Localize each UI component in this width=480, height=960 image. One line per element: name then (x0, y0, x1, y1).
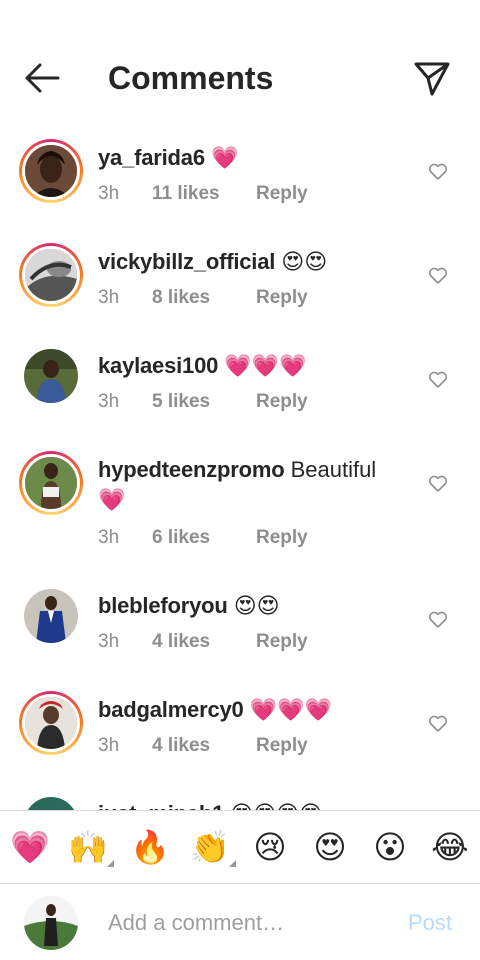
reply-button[interactable]: Reply (256, 527, 308, 549)
comment-username[interactable]: ya_farida6 (98, 145, 205, 170)
comment-time: 3h (98, 287, 120, 308)
comment-meta: 3h 6 likes Reply (98, 527, 308, 549)
comment-meta: 3h 11 likes Reply (98, 183, 308, 205)
avatar[interactable] (19, 451, 83, 515)
comment-likes[interactable]: 4 likes (152, 735, 256, 757)
comment-username[interactable]: hypedteenzpromo (98, 457, 285, 482)
avatar[interactable] (24, 349, 78, 403)
comment-emoji: 😍😍 (233, 593, 280, 618)
comment-emoji: 💗 (210, 145, 239, 170)
comment-item: kaylaesi100 💗💗💗 3h 5 likes Reply (0, 333, 480, 437)
comment-likes[interactable]: 6 likes (152, 527, 256, 549)
reply-button[interactable]: Reply (256, 631, 308, 653)
emoji-raised-hands-button[interactable]: 🙌 (66, 825, 114, 869)
comment-input[interactable] (108, 906, 388, 940)
comment-emoji: 💗 (98, 487, 126, 512)
avatar[interactable] (19, 691, 83, 755)
avatar[interactable] (24, 797, 78, 810)
quick-emoji-bar: 💗 🙌 🔥 👏 😢 😍 😮 😂 (0, 810, 480, 884)
comment-username[interactable]: vickybillz_official (98, 249, 275, 274)
emoji-laughing-button[interactable]: 😂 (428, 825, 472, 869)
reply-button[interactable]: Reply (256, 391, 308, 413)
reply-button[interactable]: Reply (256, 735, 308, 757)
comment-time: 3h (98, 735, 120, 756)
comment-time: 3h (98, 183, 120, 204)
reply-button[interactable]: Reply (256, 183, 308, 205)
emoji-glyph: 🙌 (68, 829, 108, 865)
comment-time: 3h (98, 391, 120, 412)
emoji-fire-button[interactable]: 🔥 (128, 825, 172, 869)
comment-body: Beautiful (284, 457, 377, 482)
comment-meta: 3h 8 likes Reply (98, 287, 308, 309)
comment-emoji: 💗💗💗 (224, 353, 307, 378)
comment-item: vickybillz_official 😍😍 3h 8 likes Reply (0, 229, 480, 333)
comment-item: blebleforyou 😍😍 3h 4 likes Reply (0, 573, 480, 677)
comment-item: ya_farida6 💗 3h 11 likes Reply (0, 125, 480, 229)
comment-text: ya_farida6 💗 (98, 143, 408, 173)
heart-icon[interactable] (428, 371, 448, 389)
heart-icon[interactable] (428, 267, 448, 285)
heart-icon[interactable] (428, 715, 448, 733)
comment-emoji: 😍😍😍😍 (230, 801, 322, 810)
arrow-left-icon[interactable] (22, 60, 62, 96)
comment-likes[interactable]: 5 likes (152, 391, 256, 413)
avatar[interactable] (19, 139, 83, 203)
post-button[interactable]: Post (408, 910, 452, 936)
comment-time: 3h (98, 631, 120, 652)
emoji-glyph: 👏 (190, 829, 230, 865)
comment-time: 3h (98, 527, 120, 548)
comment-meta: 3h 5 likes Reply (98, 391, 308, 413)
avatar[interactable] (24, 589, 78, 643)
comment-text: kaylaesi100 💗💗💗 (98, 351, 408, 381)
comment-username[interactable]: blebleforyou (98, 593, 228, 618)
comment-text: blebleforyou 😍😍 (98, 591, 408, 621)
paper-plane-icon[interactable] (412, 58, 452, 98)
heart-icon[interactable] (428, 163, 448, 181)
emoji-clap-button[interactable]: 👏 (188, 825, 236, 869)
heart-icon[interactable] (428, 611, 448, 629)
emoji-heart-eyes-button[interactable]: 😍 (308, 825, 352, 869)
comment-item: hypedteenzpromo Beautiful 💗 3h 6 likes Rep… (0, 437, 480, 573)
comment-likes[interactable]: 4 likes (152, 631, 256, 653)
page-title: Comments (108, 60, 274, 96)
avatar[interactable] (19, 243, 83, 307)
heart-icon[interactable] (428, 475, 448, 493)
comment-likes[interactable]: 8 likes (152, 287, 256, 309)
comment-emoji: 💗💗💗 (249, 697, 332, 722)
comment-text: hypedteenzpromo Beautiful 💗 (98, 455, 408, 515)
emoji-surprised-button[interactable]: 😮 (368, 825, 412, 869)
comment-likes[interactable]: 11 likes (152, 183, 256, 205)
comment-username[interactable]: kaylaesi100 (98, 353, 218, 378)
skin-tone-indicator (107, 860, 114, 867)
emoji-heart-button[interactable]: 💗 (8, 825, 52, 869)
comment-text: just_minah1 😍😍😍😍 (98, 799, 408, 810)
reply-button[interactable]: Reply (256, 287, 308, 309)
emoji-crying-button[interactable]: 😢 (248, 825, 292, 869)
comment-meta: 3h 4 likes Reply (98, 735, 308, 757)
comment-emoji: 😍😍 (281, 249, 328, 274)
comment-username[interactable]: just_minah1 (98, 801, 224, 810)
avatar (24, 896, 78, 950)
comment-text: vickybillz_official 😍😍 (98, 247, 408, 277)
skin-tone-indicator (229, 860, 236, 867)
header: Comments (0, 0, 480, 125)
comment-item: badgalmercy0 💗💗💗 3h 4 likes Reply (0, 677, 480, 781)
comment-list[interactable]: ya_farida6 💗 3h 11 likes Reply vickybillz_… (0, 125, 480, 810)
comment-text: badgalmercy0 💗💗💗 (98, 695, 408, 725)
comment-meta: 3h 4 likes Reply (98, 631, 308, 653)
comment-username[interactable]: badgalmercy0 (98, 697, 244, 722)
comment-composer: Post (0, 884, 480, 960)
comment-item: just_minah1 😍😍😍😍 (0, 781, 480, 810)
